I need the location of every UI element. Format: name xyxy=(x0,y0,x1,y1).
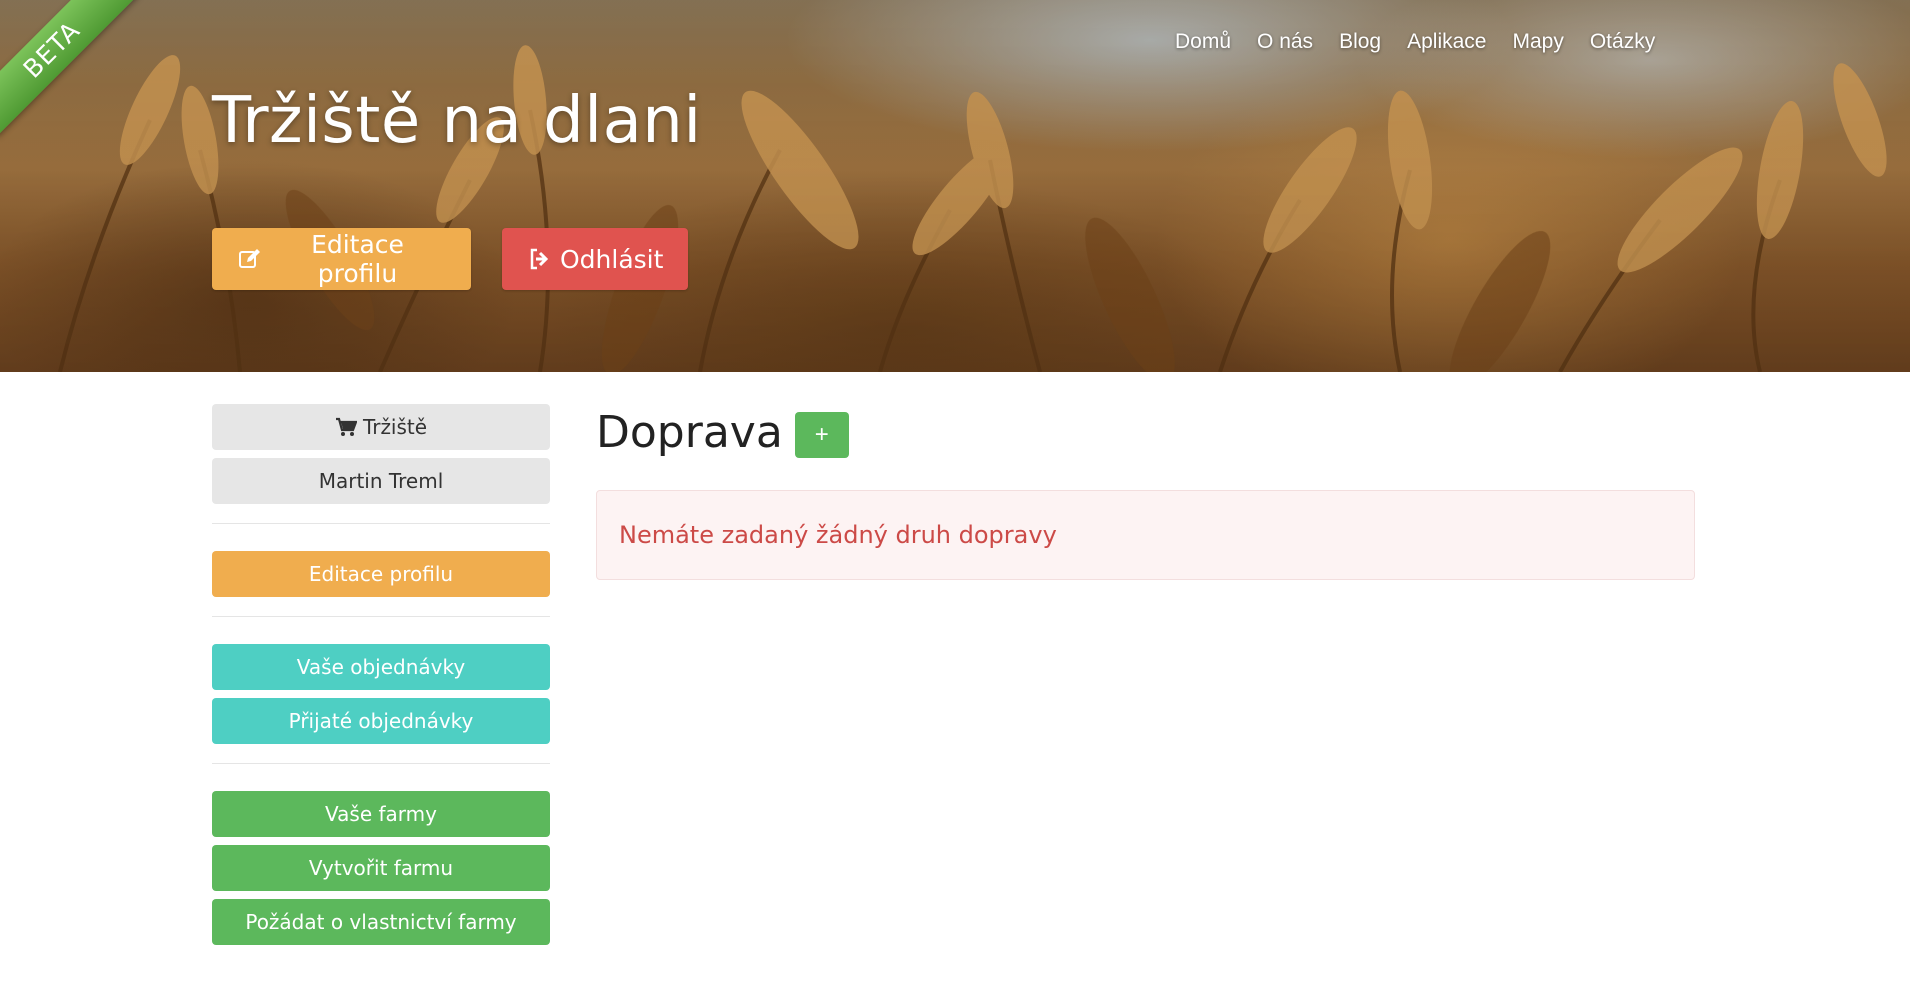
sidebar-your-farms-button[interactable]: Vaše farmy xyxy=(212,791,550,837)
nav-link-blog[interactable]: Blog xyxy=(1326,26,1394,58)
hero-edit-profile-label: Editace profilu xyxy=(311,230,404,288)
sidebar-edit-profile-button[interactable]: Editace profilu xyxy=(212,551,550,597)
nav-link-apps[interactable]: Aplikace xyxy=(1394,26,1499,58)
hero-banner: BETA Domů O nás Blog Aplikace Mapy Otázk… xyxy=(0,0,1910,372)
hero-logout-label: Odhlásit xyxy=(560,244,664,274)
sidebar-market-button[interactable]: Tržiště xyxy=(212,404,550,450)
heading-row: Doprava + xyxy=(596,404,1696,460)
hero-logout-button[interactable]: Odhlásit xyxy=(502,228,688,290)
sign-out-icon xyxy=(530,248,549,270)
site-title: Tržiště na dlani xyxy=(212,84,702,158)
sidebar-user-button[interactable]: Martin Treml xyxy=(212,458,550,504)
nav-link-home[interactable]: Domů xyxy=(1162,26,1244,58)
sidebar-divider xyxy=(212,616,550,617)
sidebar-create-farm-button[interactable]: Vytvořit farmu xyxy=(212,845,550,891)
sidebar-received-orders-button[interactable]: Přijaté objednávky xyxy=(212,698,550,744)
sidebar-your-orders-button[interactable]: Vaše objednávky xyxy=(212,644,550,690)
nav-link-about[interactable]: O nás xyxy=(1244,26,1326,58)
sidebar-divider xyxy=(212,523,550,524)
page-title: Doprava xyxy=(596,406,783,458)
sidebar: Tržiště Martin Treml Editace profilu Vaš… xyxy=(212,404,550,953)
edit-icon xyxy=(239,249,260,268)
top-navigation: Domů O nás Blog Aplikace Mapy Otázky xyxy=(1162,26,1668,58)
main-content: Doprava + Nemáte zadaný žádný druh dopra… xyxy=(596,404,1696,580)
shopping-cart-icon xyxy=(335,417,357,436)
empty-state-alert: Nemáte zadaný žádný druh dopravy xyxy=(596,490,1695,580)
nav-link-faq[interactable]: Otázky xyxy=(1577,26,1668,58)
hero-edit-profile-button[interactable]: Editace profilu xyxy=(212,228,471,290)
sidebar-divider xyxy=(212,763,550,764)
sidebar-market-label: Tržiště xyxy=(362,415,428,439)
nav-link-maps[interactable]: Mapy xyxy=(1499,26,1576,58)
sidebar-request-farm-button[interactable]: Požádat o vlastnictví farmy xyxy=(212,899,550,945)
add-transport-button[interactable]: + xyxy=(794,412,849,458)
